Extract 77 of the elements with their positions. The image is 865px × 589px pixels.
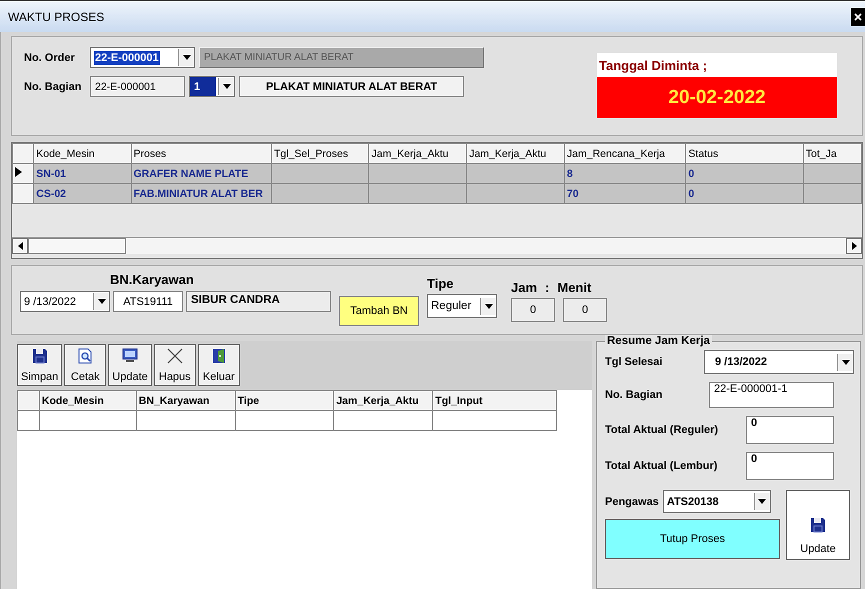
- overtime-total-label: Total Aktual (Lembur): [605, 460, 718, 472]
- table-cell: 70: [566, 188, 579, 200]
- table-cell: FAB.MINIATUR ALAT BER: [134, 188, 263, 200]
- column-header[interactable]: BN_Karyawan: [136, 390, 236, 410]
- type-combo[interactable]: Reguler: [427, 294, 497, 318]
- exit-button[interactable]: Keluar: [198, 344, 240, 386]
- order-combo[interactable]: 22-E-000001: [90, 47, 195, 68]
- column-header[interactable]: Kode_Mesin: [34, 144, 131, 164]
- finish-date-picker[interactable]: 9 /13/2022: [704, 350, 854, 374]
- minute-label: Menit: [557, 280, 592, 295]
- regular-total-label: Total Aktual (Reguler): [605, 424, 718, 436]
- column-header[interactable]: Tgl_Input: [432, 390, 556, 410]
- bagian-field: 22-E-000001: [90, 76, 185, 97]
- dropdown-arrow-icon: [758, 499, 766, 504]
- column-header[interactable]: Jam_Kerja_Aktu: [466, 144, 564, 164]
- add-employee-button[interactable]: Tambah BN: [339, 296, 419, 326]
- print-button[interactable]: Cetak: [64, 344, 106, 386]
- table-cell: 8: [566, 168, 573, 180]
- update-button[interactable]: Update: [108, 344, 152, 386]
- column-header[interactable]: Status: [686, 144, 804, 164]
- column-header[interactable]: Jam_Rencana_Kerja: [564, 144, 686, 164]
- close-process-button[interactable]: Tutup Proses: [605, 519, 780, 559]
- window-title: WAKTU PROSES: [7, 10, 104, 24]
- table-cell: 0: [688, 188, 694, 200]
- requested-date-label: Tanggal Diminta ;: [598, 57, 708, 75]
- bagian-label: No. Bagian: [24, 80, 82, 92]
- close-icon: [854, 12, 862, 20]
- column-header[interactable]: Tot_Ja: [803, 144, 862, 164]
- save-button[interactable]: Simpan: [17, 344, 62, 386]
- dropdown-arrow-icon: [484, 304, 492, 308]
- order-label: No. Order: [24, 52, 76, 64]
- supervisor-label: Pengawas: [605, 496, 659, 508]
- delete-button[interactable]: Hapus: [154, 344, 196, 386]
- employee-heading: BN.Karyawan: [109, 272, 195, 287]
- column-header[interactable]: Jam_Kerja_Aktu: [368, 144, 467, 164]
- regular-total-field[interactable]: 0: [746, 416, 834, 444]
- type-label: Tipe: [427, 276, 454, 291]
- order-description-field: PLAKAT MINIATUR ALAT BERAT: [199, 47, 484, 68]
- resume-title: Resume Jam Kerja: [605, 335, 712, 347]
- minute-field[interactable]: 0: [563, 298, 607, 322]
- horizontal-scrollbar[interactable]: [12, 237, 862, 254]
- update-button[interactable]: Update: [786, 490, 850, 560]
- bagian-field[interactable]: 22-E-000001-1: [709, 382, 834, 408]
- dropdown-arrow-icon: [98, 299, 106, 304]
- hour-label: Jam: [511, 280, 538, 295]
- door-icon: [212, 348, 226, 364]
- date-picker[interactable]: 9 /13/2022: [20, 291, 110, 312]
- finish-date-label: Tgl Selesai: [605, 356, 662, 368]
- cross-icon: [166, 348, 183, 364]
- scroll-right-icon: [852, 242, 856, 250]
- dropdown-arrow-icon: [182, 55, 190, 60]
- column-header[interactable]: Tgl_Sel_Proses: [271, 144, 369, 164]
- employee-name-field: SIBUR CANDRA: [186, 291, 331, 312]
- document-magnifier-icon: [78, 348, 92, 364]
- hour-field[interactable]: 0: [511, 298, 555, 322]
- bagian-label: No. Bagian: [605, 389, 662, 401]
- table-cell: 0: [688, 168, 694, 180]
- column-header[interactable]: Proses: [131, 144, 272, 164]
- table-cell: SN-01: [36, 168, 66, 180]
- table-cell: CS-02: [36, 188, 66, 200]
- dropdown-arrow-icon: [222, 84, 230, 89]
- column-header[interactable]: Tipe: [235, 390, 334, 410]
- dropdown-arrow-icon: [842, 360, 850, 364]
- overtime-total-field[interactable]: 0: [746, 452, 834, 480]
- row-pointer-icon: [15, 167, 22, 177]
- employee-id-field[interactable]: ATS19111: [113, 291, 183, 312]
- scroll-left-icon: [18, 242, 22, 250]
- requested-date-value: 20-02-2022: [597, 77, 837, 118]
- column-header[interactable]: Kode_Mesin: [39, 390, 136, 410]
- separator-label: :: [545, 280, 550, 295]
- supervisor-combo[interactable]: ATS20138: [662, 490, 771, 513]
- column-header[interactable]: Jam_Kerja_Aktu: [334, 390, 433, 410]
- monitor-icon: [122, 348, 138, 363]
- close-button[interactable]: [851, 8, 865, 26]
- sequence-combo[interactable]: 1: [189, 76, 235, 97]
- bagian-description-field: PLAKAT MINIATUR ALAT BERAT: [239, 76, 464, 97]
- table-cell: GRAFER NAME PLATE: [134, 168, 248, 180]
